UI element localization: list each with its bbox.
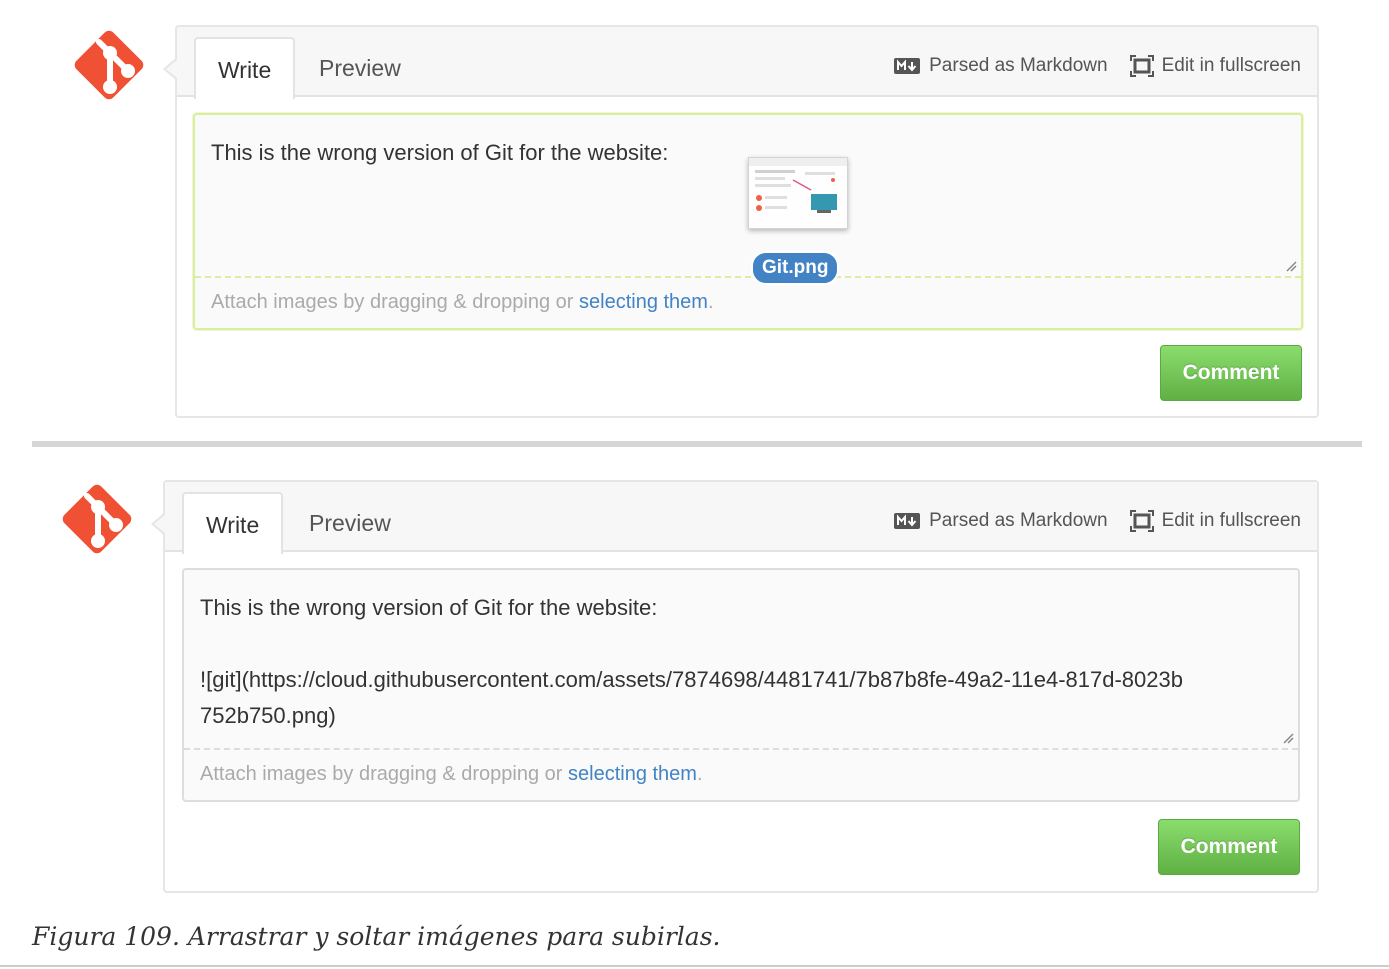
comment-button[interactable]: Comment: [1158, 819, 1300, 875]
fullscreen-label: Edit in fullscreen: [1161, 55, 1301, 76]
markdown-icon: [894, 58, 921, 74]
git-logo-icon: [62, 484, 132, 554]
screenshot-thumbnail-icon: [749, 158, 847, 213]
header-tools: Parsed as Markdown Edit in fullscreen: [871, 55, 1301, 77]
attach-hint-suffix: .: [707, 291, 714, 313]
comment-text: This is the wrong version of Git for the…: [211, 140, 669, 165]
dragged-file-name: Git.png: [751, 251, 840, 285]
parsed-as-markdown-link[interactable]: Parsed as Markdown: [893, 510, 1108, 532]
edit-fullscreen-link[interactable]: Edit in fullscreen: [1129, 510, 1301, 532]
fullscreen-label: Edit in fullscreen: [1161, 510, 1301, 531]
resize-grip-icon[interactable]: [1285, 260, 1297, 272]
edit-fullscreen-link[interactable]: Edit in fullscreen: [1129, 55, 1301, 77]
fullscreen-icon: [1129, 55, 1154, 77]
attach-hint: Attach images by dragging & dropping or …: [184, 748, 1298, 800]
attach-hint-suffix: .: [696, 763, 703, 785]
header-tools: Parsed as Markdown Edit in fullscreen: [871, 510, 1301, 532]
selecting-them-link[interactable]: selecting them: [568, 763, 697, 785]
comment-form: Write Preview Parsed as Markdown Edit in…: [151, 480, 1319, 893]
resize-grip-icon[interactable]: [1282, 732, 1294, 744]
tab-write[interactable]: Write: [182, 492, 284, 554]
card-pointer: [151, 512, 166, 536]
attach-hint: Attach images by dragging & dropping or …: [195, 276, 1301, 328]
comment-text: This is the wrong version of Git for the…: [200, 595, 1183, 728]
attach-hint-prefix: Attach images by dragging & dropping or: [200, 763, 568, 785]
dragged-image-thumbnail: [748, 157, 848, 229]
comment-button[interactable]: Comment: [1160, 345, 1302, 401]
comment-textarea[interactable]: This is the wrong version of Git for the…: [182, 568, 1300, 802]
comment-form: Write Preview Parsed as Markdown Edit in…: [163, 25, 1319, 418]
comment-form-header: Write Preview Parsed as Markdown Edit in…: [165, 482, 1317, 554]
bottom-rule: [0, 965, 1389, 967]
card-pointer: [163, 57, 178, 81]
comment-form-header: Write Preview Parsed as Markdown Edit in…: [177, 27, 1317, 99]
markdown-label: Parsed as Markdown: [929, 510, 1108, 531]
tab-write[interactable]: Write: [194, 37, 296, 99]
selecting-them-link[interactable]: selecting them: [579, 291, 708, 313]
section-divider: [32, 441, 1362, 447]
fullscreen-icon: [1129, 510, 1154, 532]
markdown-label: Parsed as Markdown: [929, 55, 1108, 76]
tab-preview[interactable]: Preview: [297, 37, 423, 99]
figure-caption: Figura 109. Arrastrar y soltar imágenes …: [32, 922, 721, 951]
attach-hint-prefix: Attach images by dragging & dropping or: [211, 291, 579, 313]
markdown-icon: [894, 513, 921, 529]
git-logo-icon: [74, 30, 144, 100]
parsed-as-markdown-link[interactable]: Parsed as Markdown: [893, 55, 1108, 77]
tab-preview[interactable]: Preview: [287, 492, 413, 554]
